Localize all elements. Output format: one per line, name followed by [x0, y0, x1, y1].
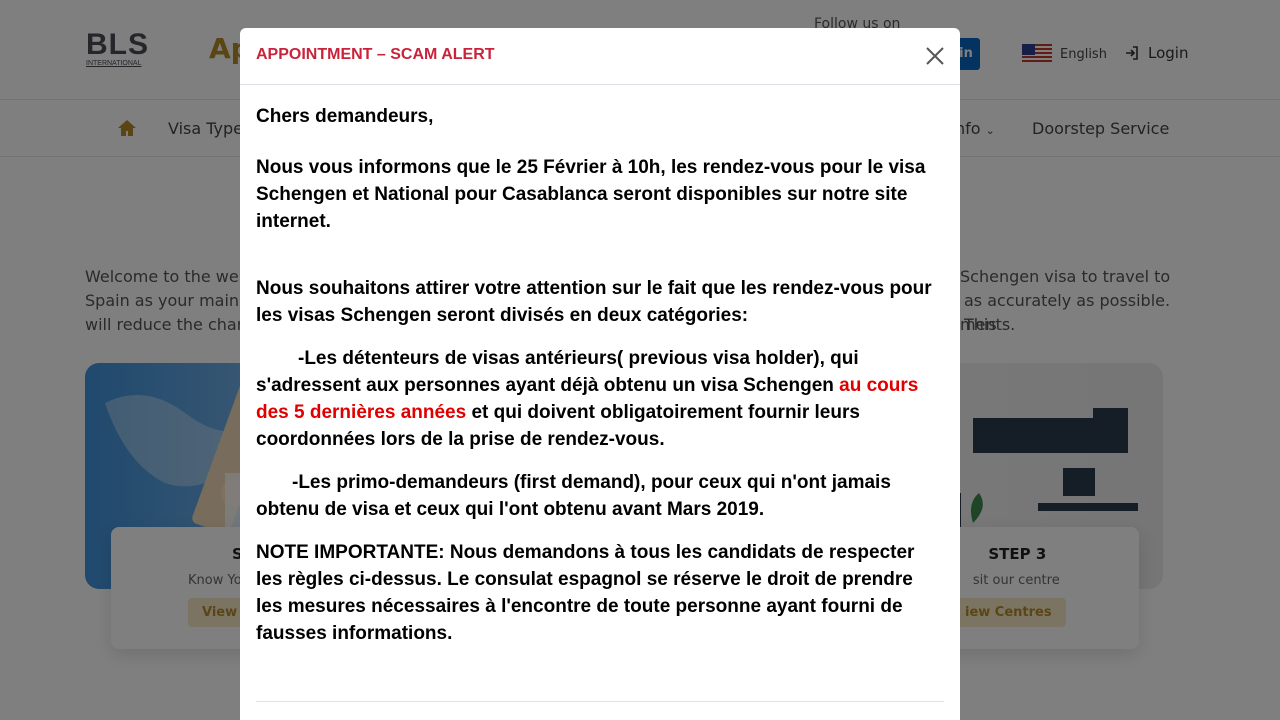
- modal-body: Chers demandeurs, Nous vous informons qu…: [240, 85, 960, 647]
- greeting-text: Chers demandeurs,: [256, 106, 434, 127]
- close-icon[interactable]: [926, 47, 944, 65]
- important-note-paragraph: NOTE IMPORTANTE: Nous demandons à tous l…: [256, 542, 915, 644]
- previous-visa-holder-paragraph: -Les détenteurs de visas antérieurs( pre…: [256, 345, 944, 453]
- modal-title: APPOINTMENT – SCAM ALERT: [256, 46, 495, 63]
- modal-footer-divider: [256, 701, 944, 702]
- categories-intro-paragraph: Nous souhaitons attirer votre attention …: [256, 278, 932, 326]
- scam-alert-modal: APPOINTMENT – SCAM ALERT Chers demandeur…: [240, 28, 960, 720]
- first-demand-paragraph: -Les primo-demandeurs (first demand), po…: [256, 472, 891, 520]
- announcement-paragraph: Nous vous informons que le 25 Février à …: [256, 157, 926, 232]
- modal-header: APPOINTMENT – SCAM ALERT: [240, 28, 960, 85]
- previous-visa-holder-text: -Les détenteurs de visas antérieurs( pre…: [256, 348, 859, 396]
